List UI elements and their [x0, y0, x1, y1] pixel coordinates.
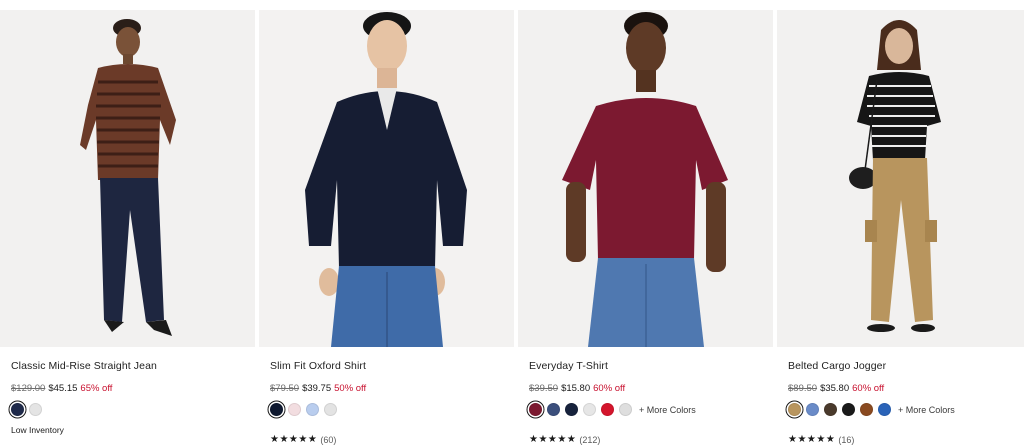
product-image[interactable] — [0, 10, 255, 347]
star-rating-icon: ★★★★★ — [529, 434, 577, 445]
color-swatch[interactable] — [306, 403, 319, 416]
product-card[interactable]: Everyday T-Shirt $39.50 $15.80 60% off + M… — [518, 0, 773, 447]
product-image[interactable] — [777, 10, 1024, 347]
sale-price: $35.80 — [820, 383, 850, 394]
color-swatch[interactable] — [547, 403, 560, 416]
review-count: (16) — [838, 434, 855, 445]
more-colors-link[interactable]: + More Colors — [639, 405, 696, 415]
color-swatches: + More Colors — [529, 403, 696, 416]
product-prices: $129.00 $45.15 65% off — [11, 383, 112, 394]
product-card[interactable]: Belted Cargo Jogger $89.50 $35.80 60% off … — [777, 0, 1024, 447]
star-rating-icon: ★★★★★ — [270, 434, 318, 445]
original-price: $89.50 — [788, 383, 818, 394]
color-swatch[interactable] — [788, 403, 801, 416]
color-swatch[interactable] — [270, 403, 283, 416]
inventory-status: Low Inventory — [11, 425, 64, 435]
color-swatch[interactable] — [583, 403, 596, 416]
color-swatch[interactable] — [824, 403, 837, 416]
color-swatch[interactable] — [878, 403, 891, 416]
product-rating[interactable]: ★★★★★ (16) — [788, 434, 854, 445]
review-count: (212) — [579, 434, 601, 445]
color-swatch[interactable] — [288, 403, 301, 416]
color-swatch[interactable] — [806, 403, 819, 416]
product-rating[interactable]: ★★★★★ (212) — [529, 434, 600, 445]
product-name[interactable]: Belted Cargo Jogger — [788, 360, 886, 372]
color-swatch[interactable] — [842, 403, 855, 416]
product-card[interactable]: Slim Fit Oxford Shirt $79.50 $39.75 50% of… — [259, 0, 514, 447]
color-swatch[interactable] — [601, 403, 614, 416]
product-name[interactable]: Classic Mid-Rise Straight Jean — [11, 360, 157, 372]
color-swatch[interactable] — [565, 403, 578, 416]
color-swatch[interactable] — [324, 403, 337, 416]
sale-price: $15.80 — [561, 383, 591, 394]
discount-label: 50% off — [334, 383, 367, 394]
product-grid: Classic Mid-Rise Straight Jean $129.00 $4… — [0, 0, 1024, 447]
product-rating[interactable]: ★★★★★ (60) — [270, 434, 336, 445]
color-swatch[interactable] — [860, 403, 873, 416]
product-image[interactable] — [518, 10, 773, 347]
product-name[interactable]: Slim Fit Oxford Shirt — [270, 360, 366, 372]
color-swatches — [270, 403, 337, 416]
sale-price: $45.15 — [48, 383, 78, 394]
more-colors-link[interactable]: + More Colors — [898, 405, 955, 415]
star-rating-icon: ★★★★★ — [788, 434, 836, 445]
color-swatches — [11, 403, 42, 416]
color-swatch[interactable] — [619, 403, 632, 416]
discount-label: 65% off — [80, 383, 113, 394]
discount-label: 60% off — [593, 383, 626, 394]
discount-label: 60% off — [852, 383, 885, 394]
color-swatch[interactable] — [11, 403, 24, 416]
product-prices: $89.50 $35.80 60% off — [788, 383, 884, 394]
original-price: $79.50 — [270, 383, 300, 394]
color-swatches: + More Colors — [788, 403, 955, 416]
original-price: $129.00 — [11, 383, 46, 394]
product-prices: $79.50 $39.75 50% off — [270, 383, 366, 394]
original-price: $39.50 — [529, 383, 559, 394]
sale-price: $39.75 — [302, 383, 332, 394]
product-image[interactable] — [259, 10, 514, 347]
product-card[interactable]: Classic Mid-Rise Straight Jean $129.00 $4… — [0, 0, 255, 447]
color-swatch[interactable] — [529, 403, 542, 416]
review-count: (60) — [320, 434, 337, 445]
product-name[interactable]: Everyday T-Shirt — [529, 360, 608, 372]
color-swatch[interactable] — [29, 403, 42, 416]
product-prices: $39.50 $15.80 60% off — [529, 383, 625, 394]
